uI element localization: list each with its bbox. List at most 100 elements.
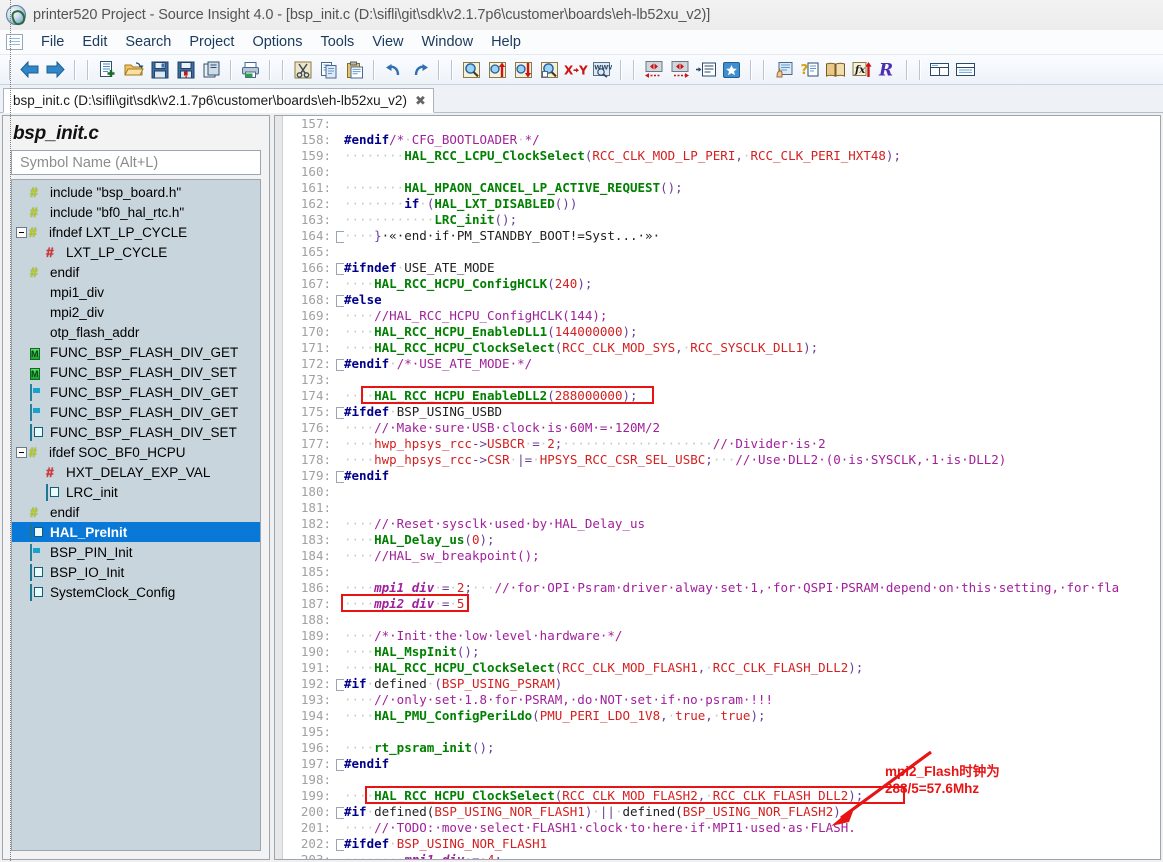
cut-icon[interactable]: [290, 58, 315, 82]
code-line[interactable]: 183: ····HAL_Delay_us(0);: [283, 532, 1160, 548]
symbol-tree-item[interactable]: otp_flash_addr: [12, 322, 260, 342]
code-text[interactable]: ····HAL_RCC_HCPU_ClockSelect(RCC_CLK_MOD…: [344, 788, 1160, 804]
code-text[interactable]: ····HAL_RCC_HCPU_ConfigHCLK(240);: [344, 276, 1160, 292]
symbol-tree-item[interactable]: SystemClock_Config: [12, 582, 260, 602]
menu-item-view[interactable]: View: [363, 32, 412, 52]
forward-icon[interactable]: [43, 58, 68, 82]
symbol-tree-item[interactable]: BSP_PIN_Init: [12, 542, 260, 562]
code-line[interactable]: 164: ····}·«·end·if·PM_STANDBY_BOOT!=Syst…: [283, 228, 1160, 244]
code-text[interactable]: #ifdef·BSP_USING_NOR_FLASH1: [344, 836, 1160, 852]
code-line[interactable]: 167: ····HAL_RCC_HCPU_ConfigHCLK(240);: [283, 276, 1160, 292]
code-line[interactable]: 177: ····hwp_hpsys_rcc->USBCR·=·2;·······…: [283, 436, 1160, 452]
code-line[interactable]: 180:: [283, 484, 1160, 500]
redo-icon[interactable]: [407, 58, 432, 82]
code-text[interactable]: ····mpi2_div·=·5;: [344, 596, 1160, 612]
symbol-tree-item[interactable]: FUNC_BSP_FLASH_DIV_GET: [12, 402, 260, 422]
code-line[interactable]: 171: ····HAL_RCC_HCPU_ClockSelect(RCC_CLK…: [283, 340, 1160, 356]
code-text[interactable]: ········HAL_RCC_LCPU_ClockSelect(RCC_CLK…: [344, 148, 1160, 164]
code-text[interactable]: ····//HAL_sw_breakpoint();: [344, 548, 1160, 564]
code-line[interactable]: 200: #if·defined(BSP_USING_NOR_FLASH1)·||…: [283, 804, 1160, 820]
menu-item-edit[interactable]: Edit: [73, 32, 116, 52]
symbol-search-input[interactable]: [18, 153, 254, 172]
code-text[interactable]: ····HAL_RCC_HCPU_ClockSelect(RCC_CLK_MOD…: [344, 660, 1160, 676]
code-text[interactable]: ····//·only·set·1.8·for·PSRAM,·do·NOT·se…: [344, 692, 1160, 708]
code-text[interactable]: ····//·TODO:·move·select·FLASH1·clock·to…: [344, 820, 1160, 836]
code-line[interactable]: 159: ········HAL_RCC_LCPU_ClockSelect(RCC…: [283, 148, 1160, 164]
close-file-icon[interactable]: [199, 58, 224, 82]
shift-right-icon[interactable]: [667, 58, 692, 82]
close-icon[interactable]: ✖: [415, 94, 426, 107]
collapse-toggle-icon[interactable]: [16, 226, 27, 238]
menu-item-window[interactable]: Window: [412, 32, 482, 52]
code-line[interactable]: 197: #endif: [283, 756, 1160, 772]
search-files-icon[interactable]: [537, 58, 562, 82]
code-text[interactable]: #if·defined(BSP_USING_NOR_FLASH1)·||·def…: [344, 804, 1160, 820]
symbol-tree-item[interactable]: # endif: [12, 262, 260, 282]
code-text[interactable]: #endif/*·CFG_BOOTLOADER·*/: [344, 132, 1160, 148]
symbol-tree-item[interactable]: mpi1_div: [12, 282, 260, 302]
menu-item-project[interactable]: Project: [180, 32, 243, 52]
web-search-icon[interactable]: WWW: [589, 58, 614, 82]
code-line[interactable]: 184: ····//HAL_sw_breakpoint();: [283, 548, 1160, 564]
menu-item-file[interactable]: File: [32, 32, 73, 52]
collapse-toggle-icon[interactable]: [16, 446, 27, 458]
code-text[interactable]: ····//·Reset·sysclk·used·by·HAL_Delay_us: [344, 516, 1160, 532]
code-line[interactable]: 203: ········mpi1_div·=·4;: [283, 852, 1160, 859]
code-text[interactable]: #if·defined·(BSP_USING_PSRAM): [344, 676, 1160, 692]
code-text[interactable]: #else: [344, 292, 1160, 308]
menu-item-help[interactable]: Help: [482, 32, 530, 52]
code-line[interactable]: 157:: [283, 116, 1160, 132]
code-line[interactable]: 175: #ifdef·BSP_USING_USBD: [283, 404, 1160, 420]
save-all-icon[interactable]: !: [173, 58, 198, 82]
menu-item-search[interactable]: Search: [116, 32, 180, 52]
tab-bsp-init-c[interactable]: bsp_init.c (D:\sifli\git\sdk\v2.1.7p6\cu…: [3, 88, 434, 113]
code-line[interactable]: 161: ········HAL_HPAON_CANCEL_LP_ACTIVE_R…: [283, 180, 1160, 196]
code-text[interactable]: ····hwp_hpsys_rcc->CSR·|=·HPSYS_RCC_CSR_…: [344, 452, 1160, 468]
symbol-tree-item[interactable]: # LXT_LP_CYCLE: [12, 242, 260, 262]
symbol-tree-item[interactable]: FUNC_BSP_FLASH_DIV_SET: [12, 422, 260, 442]
symbol-tree-item[interactable]: M FUNC_BSP_FLASH_DIV_GET: [12, 342, 260, 362]
code-line[interactable]: 201: ····//·TODO:·move·select·FLASH1·cloc…: [283, 820, 1160, 836]
symbol-tree-item[interactable]: FUNC_BSP_FLASH_DIV_GET: [12, 382, 260, 402]
search-forward-icon[interactable]: [511, 58, 536, 82]
relation-window-icon[interactable]: R: [875, 58, 900, 82]
code-text[interactable]: ····rt_psram_init();: [344, 740, 1160, 756]
code-line[interactable]: 162: ········if·(HAL_LXT_DISABLED()): [283, 196, 1160, 212]
symbol-tree-item[interactable]: # ifndef LXT_LP_CYCLE: [12, 222, 260, 242]
code-text[interactable]: ············LRC_init();: [344, 212, 1160, 228]
symbol-tree-item[interactable]: BSP_IO_Init: [12, 562, 260, 582]
code-text[interactable]: ····/*·Init·the·low·level·hardware·*/: [344, 628, 1160, 644]
code-text[interactable]: ····HAL_MspInit();: [344, 644, 1160, 660]
menu-item-tools[interactable]: Tools: [311, 32, 363, 52]
code-text[interactable]: ········mpi1_div·=·4;: [344, 852, 1160, 859]
shift-left-icon[interactable]: [641, 58, 666, 82]
back-icon[interactable]: [17, 58, 42, 82]
search-backward-icon[interactable]: [485, 58, 510, 82]
code-line[interactable]: 169: ····//HAL_RCC_HCPU_ConfigHCLK(144);: [283, 308, 1160, 324]
code-line[interactable]: 173:: [283, 372, 1160, 388]
copy-icon[interactable]: [316, 58, 341, 82]
code-line[interactable]: 187: ····mpi2_div·=·5;: [283, 596, 1160, 612]
code-line[interactable]: 189: ····/*·Init·the·low·level·hardware·*…: [283, 628, 1160, 644]
code-text[interactable]: ····//·Make·sure·USB·clock·is·60M·=·120M…: [344, 420, 1160, 436]
code-line[interactable]: 182: ····//·Reset·sysclk·used·by·HAL_Dela…: [283, 516, 1160, 532]
code-text[interactable]: #ifdef·BSP_USING_USBD: [344, 404, 1160, 420]
code-line[interactable]: 178: ····hwp_hpsys_rcc->CSR·|=·HPSYS_RCC_…: [283, 452, 1160, 468]
code-line[interactable]: 191: ····HAL_RCC_HCPU_ClockSelect(RCC_CLK…: [283, 660, 1160, 676]
code-text[interactable]: ····HAL_PMU_ConfigPeriLdo(PMU_PERI_LDO_1…: [344, 708, 1160, 724]
code-text[interactable]: ····HAL_RCC_HCPU_EnableDLL1(144000000);: [344, 324, 1160, 340]
symbol-tree-item[interactable]: # include "bsp_board.h": [12, 182, 260, 202]
code-text[interactable]: ········HAL_HPAON_CANCEL_LP_ACTIVE_REQUE…: [344, 180, 1160, 196]
code-text[interactable]: ····mpi1_div·=·2;···//·for·OPI·Psram·dri…: [344, 580, 1160, 596]
print-icon[interactable]: [238, 58, 263, 82]
code-text[interactable]: #ifndef·USE_ATE_MODE: [344, 260, 1160, 276]
code-line[interactable]: 181:: [283, 500, 1160, 516]
symbol-tree-item[interactable]: mpi2_div: [12, 302, 260, 322]
code-line[interactable]: 163: ············LRC_init();: [283, 212, 1160, 228]
symbol-tree-item[interactable]: # include "bf0_hal_rtc.h": [12, 202, 260, 222]
code-text[interactable]: #endif·/*·USE_ATE_MODE·*/: [344, 356, 1160, 372]
code-editor-window[interactable]: 157: 158: #endif/*·CFG_BOOTLOADER·*/ 159: ··…: [274, 115, 1161, 860]
jump-to-definition-icon[interactable]: fx: [849, 58, 874, 82]
code-text[interactable]: ····//HAL_RCC_HCPU_ConfigHCLK(144);: [344, 308, 1160, 324]
bookmark-icon[interactable]: [719, 58, 744, 82]
